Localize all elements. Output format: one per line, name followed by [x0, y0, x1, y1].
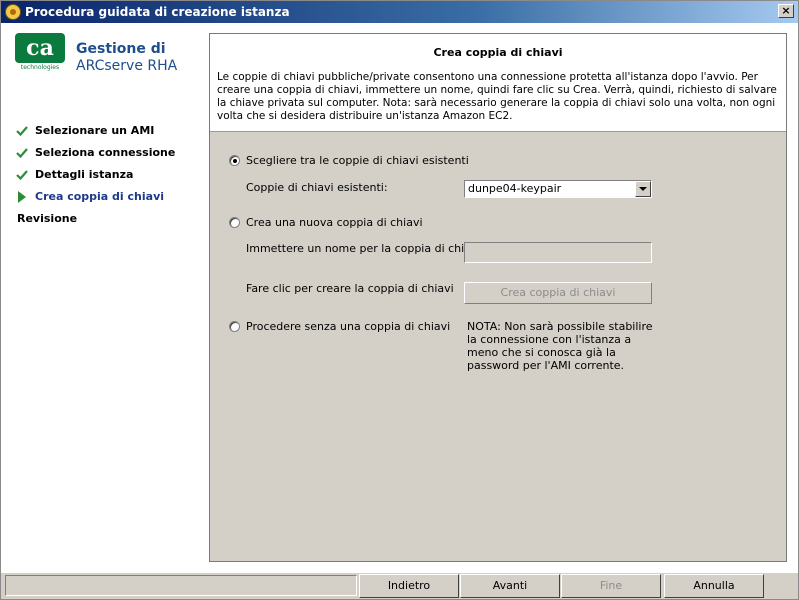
existing-keypairs-select[interactable]: dunpe04-keypair: [464, 180, 652, 198]
next-button[interactable]: Avanti: [460, 574, 560, 598]
product-name-line2: ARCserve RHA: [76, 58, 178, 74]
current-step-arrow-icon: [18, 191, 26, 203]
new-keypair-label[interactable]: Crea una nuova coppia di chiavi: [246, 216, 423, 229]
step-label: Crea coppia di chiavi: [35, 190, 165, 203]
step-instance-details: Dettagli istanza: [15, 167, 200, 189]
ca-logo: ca technologies: [15, 33, 65, 73]
step-label: Dettagli istanza: [35, 168, 134, 181]
product-name: Gestione di ARCserve RHA: [76, 41, 177, 75]
existing-keypairs-list-label: Coppie di chiavi esistenti:: [246, 181, 388, 194]
product-name-line1: Gestione di: [76, 41, 166, 57]
step-create-keypair: Crea coppia di chiavi: [15, 189, 200, 211]
check-icon: [16, 170, 28, 181]
new-keypair-name-label: Immettere un nome per la coppia di chiav…: [246, 242, 485, 255]
check-icon: [16, 126, 28, 137]
cancel-button[interactable]: Annulla: [664, 574, 764, 598]
button-bar: Indietro Avanti Fine Annulla: [1, 572, 798, 599]
title-bar: Procedura guidata di creazione istanza ×: [1, 1, 798, 23]
ca-logo-mark: ca: [15, 33, 65, 63]
no-keypair-note: NOTA: Non sarà possibile stabilire la co…: [467, 320, 653, 372]
step-select-connection: Seleziona connessione: [15, 145, 200, 167]
app-icon: [5, 4, 21, 20]
page-title: Crea coppia di chiavi: [433, 46, 563, 59]
step-label: Selezionare un AMI: [35, 124, 155, 137]
create-keypair-hint: Fare clic per creare la coppia di chiavi: [246, 282, 454, 295]
check-icon: [16, 148, 28, 159]
new-keypair-radio[interactable]: [229, 217, 240, 228]
ca-logo-subtext: technologies: [20, 64, 60, 71]
create-keypair-button[interactable]: Crea coppia di chiavi: [464, 282, 652, 304]
no-keypair-label[interactable]: Procedere senza una coppia di chiavi: [246, 320, 450, 333]
new-keypair-name-input[interactable]: [464, 242, 652, 263]
window-title: Procedura guidata di creazione istanza: [25, 5, 290, 19]
wizard-steps: Selezionare un AMI Seleziona connessione…: [15, 123, 200, 233]
step-review: Revisione: [15, 211, 200, 233]
chevron-down-icon[interactable]: [635, 181, 651, 197]
step-select-ami: Selezionare un AMI: [15, 123, 200, 145]
finish-button[interactable]: Fine: [561, 574, 661, 598]
back-button[interactable]: Indietro: [359, 574, 459, 598]
existing-keypair-radio[interactable]: [229, 155, 240, 166]
wizard-window: Procedura guidata di creazione istanza ×…: [0, 0, 799, 600]
step-label: Revisione: [17, 212, 78, 225]
content-panel: Crea coppia di chiavi Le coppie di chiav…: [209, 33, 787, 562]
status-field: [5, 575, 357, 596]
close-button[interactable]: ×: [778, 4, 794, 18]
page-description: Le coppie di chiavi pubbliche/private co…: [217, 71, 777, 122]
page-header: Crea coppia di chiavi Le coppie di chiav…: [210, 34, 786, 132]
no-keypair-radio[interactable]: [229, 321, 240, 332]
existing-keypairs-select-value: dunpe04-keypair: [468, 182, 562, 195]
step-label: Seleziona connessione: [35, 146, 176, 159]
existing-keypair-label[interactable]: Scegliere tra le coppie di chiavi esiste…: [246, 154, 469, 167]
